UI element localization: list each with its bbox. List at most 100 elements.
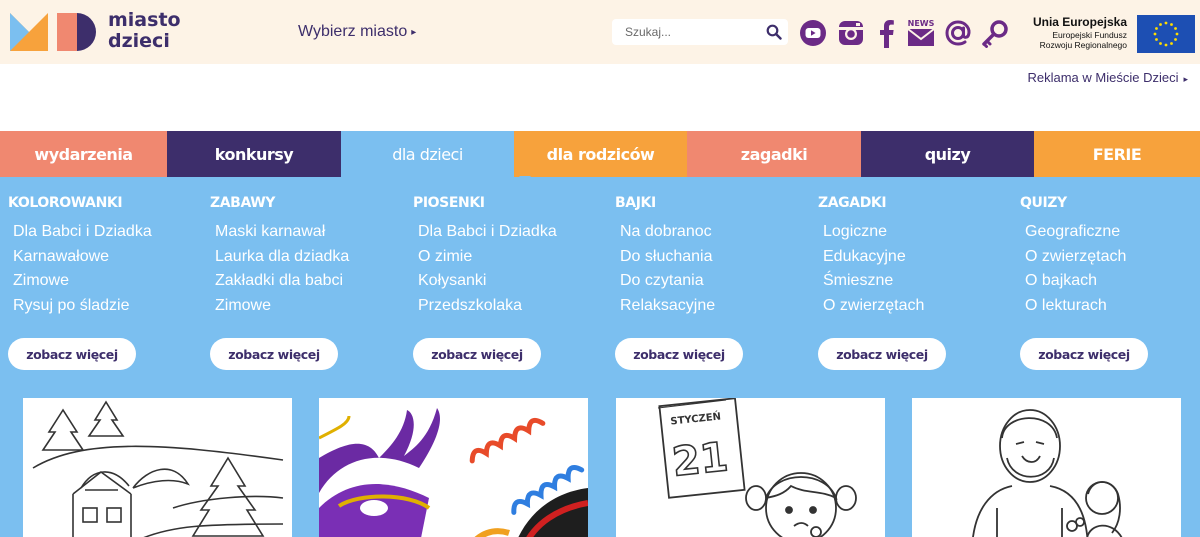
menu-column-title[interactable]: ZABAWY bbox=[210, 195, 410, 211]
nav-tab-6[interactable]: quizy bbox=[861, 131, 1034, 177]
city-select-label: Wybierz miasto bbox=[298, 23, 408, 40]
see-more-button[interactable]: zobacz więcej bbox=[210, 338, 338, 370]
search-icon[interactable] bbox=[766, 24, 782, 40]
menu-link[interactable]: Zakładki dla babci bbox=[215, 269, 410, 294]
city-select[interactable]: Wybierz miasto ▸ bbox=[298, 23, 416, 41]
nav-tab-3[interactable]: dla dzieci bbox=[341, 131, 514, 177]
chevron-right-icon: ▸ bbox=[411, 27, 417, 38]
menu-link[interactable]: Przedszkolaka bbox=[418, 294, 613, 319]
menu-link-list: Dla Babci i Dziadka O zimie Kołysanki Przed… bbox=[413, 220, 613, 318]
logo-line-2: dzieci bbox=[108, 30, 170, 52]
nav-tab-label: wydarzenia bbox=[34, 144, 133, 164]
dla-dzieci-mega-menu: STYCZEŃ 21 KOLOROWANKI Dla Babci i Dziad… bbox=[0, 177, 1200, 537]
miasto-dzieci-logo[interactable] bbox=[10, 13, 98, 51]
calendar-day: 21 bbox=[670, 434, 730, 486]
eu-fund-line-1: Europejski Fundusz bbox=[1052, 30, 1127, 40]
eu-star bbox=[1164, 43, 1168, 47]
menu-link[interactable]: Dla Babci i Dziadka bbox=[418, 220, 613, 245]
menu-column: ZAGADKI Logiczne Edukacyjne Śmieszne O zwier… bbox=[818, 195, 1018, 318]
youtube-icon[interactable] bbox=[799, 18, 827, 48]
menu-link-list: Geograficzne O zwierzętach O bajkach O lekt… bbox=[1020, 220, 1200, 318]
eu-fund-line-2: Rozwoju Regionalnego bbox=[1039, 40, 1127, 50]
nav-tab-label: FERIE bbox=[1092, 144, 1142, 164]
menu-column: ZABAWY Maski karnawał Laurka dla dziadka Za… bbox=[210, 195, 410, 318]
menu-link[interactable]: O zwierzętach bbox=[823, 294, 1018, 319]
eu-star bbox=[1174, 38, 1177, 41]
nav-tab-2[interactable]: konkursy bbox=[167, 131, 341, 177]
search-input[interactable] bbox=[612, 19, 752, 45]
main-nav: wydarzenia konkursy dla dzieci dla rodziców… bbox=[0, 131, 1200, 177]
see-more-button[interactable]: zobacz więcej bbox=[615, 338, 743, 370]
menu-link[interactable]: Karnawałowe bbox=[13, 245, 208, 270]
nav-tab-4[interactable]: dla rodziców bbox=[514, 131, 687, 177]
facebook-icon[interactable] bbox=[877, 18, 897, 48]
advertise-link[interactable]: Reklama w Mieście Dzieci ▸ bbox=[1027, 70, 1188, 85]
menu-column-title[interactable]: KOLOROWANKI bbox=[8, 195, 208, 211]
menu-link[interactable]: Śmieszne bbox=[823, 269, 1018, 294]
menu-column: KOLOROWANKI Dla Babci i Dziadka Karnawałow… bbox=[8, 195, 208, 318]
see-more-button[interactable]: zobacz więcej bbox=[818, 338, 946, 370]
menu-column-title[interactable]: ZAGADKI bbox=[818, 195, 1018, 211]
calendar-child-image: STYCZEŃ 21 bbox=[657, 398, 857, 537]
menu-link[interactable]: Rysuj po śladzie bbox=[13, 294, 208, 319]
login-key-icon[interactable] bbox=[980, 18, 1010, 48]
menu-link[interactable]: O bajkach bbox=[1025, 269, 1200, 294]
eu-star bbox=[1174, 27, 1177, 30]
menu-column-title[interactable]: QUIZY bbox=[1020, 195, 1200, 211]
nav-tab-1[interactable]: wydarzenia bbox=[0, 131, 167, 177]
menu-link[interactable]: Logiczne bbox=[823, 220, 1018, 245]
menu-link[interactable]: O zwierzętach bbox=[1025, 245, 1200, 270]
instagram-icon[interactable] bbox=[837, 18, 865, 48]
advertise-link-label: Reklama w Mieście Dzieci bbox=[1027, 70, 1179, 85]
card-winter-coloring[interactable] bbox=[23, 398, 292, 537]
menu-link[interactable]: Do czytania bbox=[620, 269, 815, 294]
newsletter-badge: NEWS bbox=[908, 19, 935, 28]
menu-link[interactable]: Zimowe bbox=[215, 294, 410, 319]
eu-funding-label: Unia Europejska Europejski Fundusz Rozwo… bbox=[1012, 15, 1127, 50]
see-more-button[interactable]: zobacz więcej bbox=[413, 338, 541, 370]
card-calendar-child[interactable]: STYCZEŃ 21 bbox=[616, 398, 885, 537]
nav-tab-label: quizy bbox=[924, 144, 971, 164]
nav-tab-label: konkursy bbox=[214, 144, 294, 164]
menu-column-title[interactable]: BAJKI bbox=[615, 195, 815, 211]
carnival-masks-image bbox=[319, 408, 588, 537]
email-icon[interactable] bbox=[944, 18, 972, 48]
eu-star bbox=[1159, 23, 1162, 26]
menu-link[interactable]: Dla Babci i Dziadka bbox=[13, 220, 208, 245]
nav-tab-5[interactable]: zagadki bbox=[687, 131, 861, 177]
menu-link[interactable]: O lekturach bbox=[1025, 294, 1200, 319]
eu-flag-icon bbox=[1137, 15, 1195, 53]
winter-coloring-image bbox=[32, 400, 284, 537]
eu-star bbox=[1159, 42, 1162, 45]
card-carnival-masks[interactable] bbox=[319, 398, 588, 537]
menu-column: QUIZY Geograficzne O zwierzętach O bajkach O… bbox=[1020, 195, 1200, 318]
eu-title: Unia Europejska bbox=[1032, 15, 1127, 29]
card-grandfather[interactable] bbox=[912, 398, 1181, 537]
nav-tab-label: dla rodziców bbox=[546, 144, 655, 164]
newsletter-icon[interactable]: NEWS bbox=[906, 18, 936, 48]
menu-link[interactable]: Na dobranoc bbox=[620, 220, 815, 245]
menu-column-title[interactable]: PIOSENKI bbox=[413, 195, 613, 211]
grandfather-image bbox=[972, 409, 1123, 537]
logo-line-1: miasto bbox=[108, 9, 181, 31]
menu-link[interactable]: Relaksacyjne bbox=[620, 294, 815, 319]
eu-star bbox=[1164, 21, 1168, 25]
search-box bbox=[612, 19, 788, 45]
menu-link[interactable]: Kołysanki bbox=[418, 269, 613, 294]
eu-star bbox=[1175, 32, 1179, 36]
logo-wordmark[interactable]: miasto dzieci bbox=[108, 10, 181, 52]
menu-link[interactable]: Zimowe bbox=[13, 269, 208, 294]
see-more-button[interactable]: zobacz więcej bbox=[8, 338, 136, 370]
site-header: miasto dzieci Wybierz miasto▸ NEWS bbox=[0, 0, 1200, 64]
menu-link[interactable]: Do słuchania bbox=[620, 245, 815, 270]
eu-star bbox=[1155, 38, 1158, 41]
nav-tab-7[interactable]: FERIE bbox=[1034, 131, 1200, 177]
see-more-button[interactable]: zobacz więcej bbox=[1020, 338, 1148, 370]
menu-link[interactable]: Maski karnawał bbox=[215, 220, 410, 245]
menu-link[interactable]: O zimie bbox=[418, 245, 613, 270]
menu-link-list: Logiczne Edukacyjne Śmieszne O zwierzętach bbox=[818, 220, 1018, 318]
menu-link[interactable]: Geograficzne bbox=[1025, 220, 1200, 245]
menu-link[interactable]: Edukacyjne bbox=[823, 245, 1018, 270]
menu-link[interactable]: Laurka dla dziadka bbox=[215, 245, 410, 270]
nav-tab-label: zagadki bbox=[740, 144, 808, 164]
